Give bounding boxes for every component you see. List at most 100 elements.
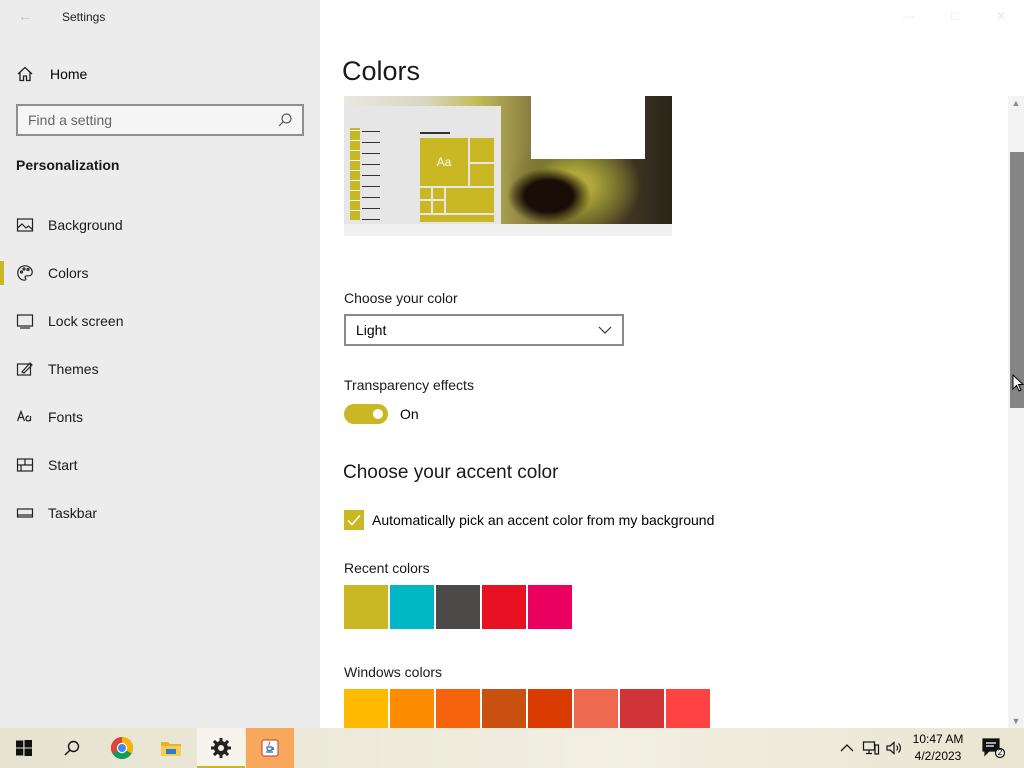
clock-time: 10:47 AM — [912, 732, 964, 746]
chrome-icon — [110, 736, 134, 760]
settings-gear-icon — [210, 737, 232, 759]
windows-color-swatch[interactable] — [574, 689, 618, 728]
windows-color-swatch[interactable] — [344, 689, 388, 728]
windows-color-swatch[interactable] — [482, 689, 526, 728]
scroll-thumb[interactable] — [1010, 152, 1024, 408]
windows-color-swatch[interactable] — [436, 689, 480, 728]
file-explorer-taskbar-button[interactable] — [147, 728, 195, 768]
preview-tile — [420, 215, 494, 222]
network-button[interactable] — [860, 728, 882, 768]
auto-accent-checkbox[interactable] — [344, 510, 364, 530]
preview-tile — [470, 138, 494, 162]
checkmark-icon — [345, 511, 363, 529]
file-explorer-icon — [160, 737, 182, 759]
sidebar-item-themes[interactable]: Themes — [0, 345, 320, 393]
home-label: Home — [50, 66, 88, 82]
transparency-state: On — [400, 406, 419, 422]
sidebar-item-taskbar[interactable]: Taskbar — [0, 489, 320, 537]
windows-logo-icon — [15, 739, 33, 757]
sidebar-item-start[interactable]: Start — [0, 441, 320, 489]
color-mode-dropdown[interactable]: Light — [344, 314, 624, 346]
recent-color-swatch[interactable] — [344, 585, 388, 629]
preview-tile-large: Aa — [420, 138, 468, 186]
start-icon — [16, 456, 34, 474]
start-button[interactable] — [0, 728, 48, 768]
preview-tile — [446, 188, 494, 213]
preview-tile — [470, 164, 494, 186]
image-icon — [16, 216, 34, 234]
preview-window — [531, 96, 645, 159]
windows-color-swatch[interactable] — [666, 689, 710, 728]
sidebar-nav: Background Colors Lock screen Themes Fon… — [0, 201, 320, 537]
chrome-taskbar-button[interactable] — [98, 728, 146, 768]
sidebar: ← Settings Home Personalization Backgrou… — [0, 0, 320, 728]
sidebar-item-fonts[interactable]: Fonts — [0, 393, 320, 441]
theme-preview: Aa — [344, 96, 672, 236]
preview-tile — [433, 201, 444, 213]
preview-start-strip — [350, 128, 360, 220]
preview-tile — [433, 188, 444, 199]
scroll-up-arrow[interactable]: ▲ — [1008, 96, 1024, 110]
speaker-icon — [885, 739, 903, 757]
taskbar-search-button[interactable] — [48, 728, 96, 768]
minimize-button[interactable]: — — [886, 0, 932, 32]
scrollbar[interactable]: ▲ ▼ — [1008, 96, 1024, 728]
close-button[interactable]: ✕ — [978, 0, 1024, 32]
settings-taskbar-button[interactable] — [197, 728, 245, 768]
volume-button[interactable] — [883, 728, 905, 768]
preview-start-list — [362, 131, 380, 221]
selection-indicator — [0, 261, 4, 285]
windows-color-swatch[interactable] — [528, 689, 572, 728]
scroll-down-arrow[interactable]: ▼ — [1008, 714, 1024, 728]
notification-icon: 2 — [981, 737, 1005, 759]
sidebar-item-lock-screen[interactable]: Lock screen — [0, 297, 320, 345]
network-icon — [862, 739, 880, 757]
color-mode-value: Light — [356, 322, 387, 338]
preview-taskbar — [344, 224, 672, 236]
recent-color-swatch[interactable] — [528, 585, 572, 629]
section-heading: Personalization — [16, 157, 120, 173]
windows-color-swatch[interactable] — [390, 689, 434, 728]
recent-colors-label: Recent colors — [344, 560, 430, 576]
home-nav-item[interactable]: Home — [0, 58, 320, 90]
home-icon — [16, 65, 34, 83]
action-center-button[interactable]: 2 — [978, 728, 1008, 768]
search-box[interactable] — [16, 104, 304, 136]
sidebar-item-label: Themes — [48, 361, 99, 377]
chevron-down-icon — [596, 321, 614, 339]
auto-accent-label: Automatically pick an accent color from … — [372, 512, 715, 528]
notification-count: 2 — [997, 748, 1003, 757]
sidebar-item-background[interactable]: Background — [0, 201, 320, 249]
preview-divider — [420, 132, 450, 134]
system-clock[interactable]: 10:47 AM 4/2/2023 — [906, 731, 970, 765]
java-taskbar-button[interactable] — [246, 728, 294, 768]
recent-color-swatch[interactable] — [482, 585, 526, 629]
windows-color-swatch[interactable] — [620, 689, 664, 728]
search-input[interactable] — [28, 112, 276, 128]
themes-icon — [16, 360, 34, 378]
chevron-up-icon — [838, 739, 856, 757]
preview-tile — [420, 201, 431, 213]
accent-color-heading: Choose your accent color — [343, 462, 559, 483]
mouse-cursor-icon — [1012, 374, 1024, 392]
recent-color-swatch[interactable] — [390, 585, 434, 629]
preview-tiles: Aa — [420, 138, 494, 222]
search-icon — [63, 739, 81, 757]
transparency-toggle[interactable] — [344, 404, 388, 424]
clock-date: 4/2/2023 — [914, 749, 962, 763]
back-button[interactable]: ← — [10, 4, 40, 28]
recent-colors — [344, 585, 572, 629]
app-title: Settings — [62, 10, 106, 24]
show-hidden-icons-button[interactable] — [836, 728, 858, 768]
search-icon[interactable] — [276, 111, 294, 129]
recent-color-swatch[interactable] — [436, 585, 480, 629]
toggle-knob — [373, 409, 383, 419]
palette-icon — [16, 264, 34, 282]
sidebar-item-colors[interactable]: Colors — [0, 249, 320, 297]
preview-tile — [420, 188, 431, 199]
sidebar-item-label: Taskbar — [48, 505, 98, 521]
java-icon — [259, 737, 281, 759]
sidebar-item-label: Lock screen — [48, 313, 124, 329]
windows-colors-label: Windows colors — [344, 664, 443, 680]
maximize-button[interactable]: □ — [932, 0, 978, 32]
